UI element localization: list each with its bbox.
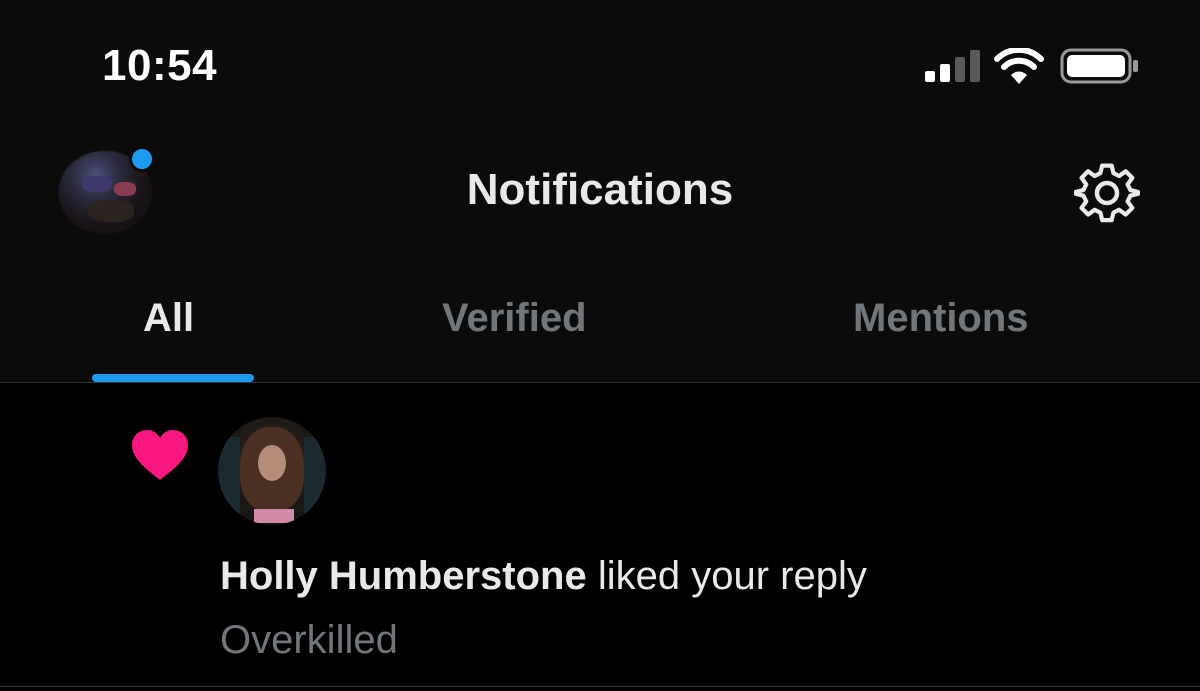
cellular-signal-icon — [925, 50, 980, 82]
status-time: 10:54 — [102, 41, 218, 90]
tab-mentions[interactable]: Mentions — [853, 292, 1029, 344]
active-tab-indicator — [92, 374, 254, 382]
bottom-divider — [0, 686, 1200, 687]
user-name-link[interactable]: Holly Humberstone — [220, 554, 587, 598]
notification-content: Overkilled — [220, 618, 398, 662]
battery-icon — [1060, 48, 1138, 84]
notification-text: Holly Humberstone liked your reply — [220, 550, 867, 602]
heart-icon — [132, 430, 188, 480]
page-title: Notifications — [466, 165, 734, 214]
gear-icon[interactable] — [1074, 160, 1140, 226]
tab-all[interactable]: All — [143, 292, 194, 344]
divider — [0, 382, 1200, 383]
wifi-icon — [994, 48, 1044, 84]
tab-verified[interactable]: Verified — [442, 292, 587, 344]
notification-action: liked your reply — [586, 554, 867, 598]
user-avatar[interactable] — [218, 417, 326, 525]
